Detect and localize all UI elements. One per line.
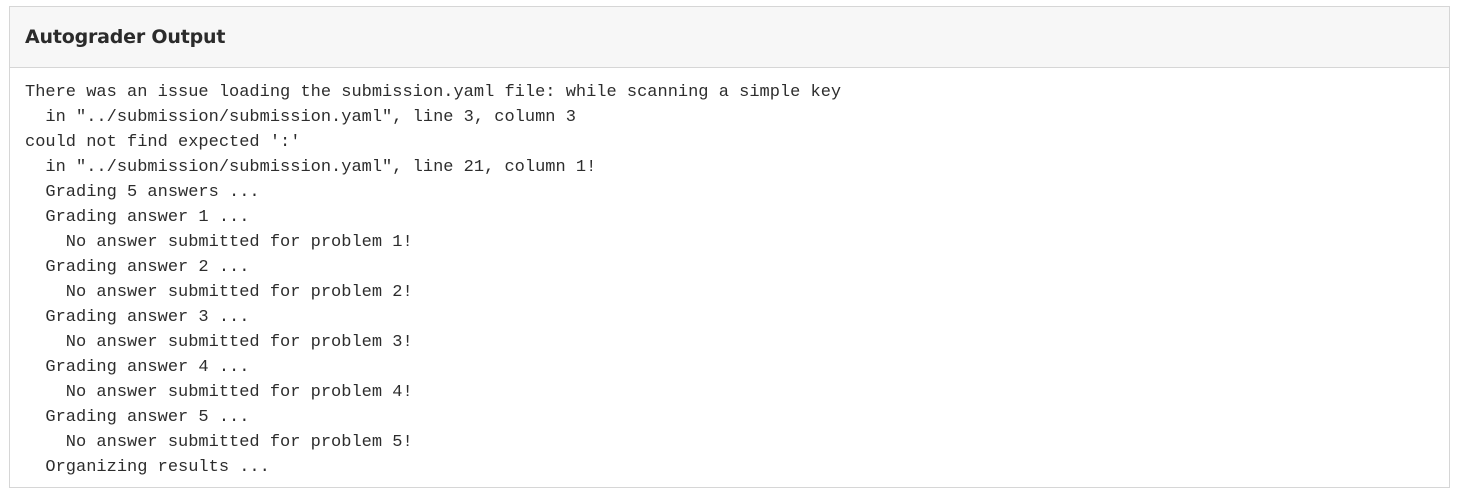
output-line: Grading answer 3 ...	[25, 308, 250, 327]
output-line: No answer submitted for problem 2!	[25, 283, 413, 302]
output-line: Organizing results ...	[25, 458, 270, 477]
output-line: No answer submitted for problem 3!	[25, 333, 413, 352]
autograder-output-text[interactable]: There was an issue loading the submissio…	[25, 80, 1449, 480]
output-line: could not find expected ':'	[25, 133, 301, 152]
panel-title: Autograder Output	[25, 26, 226, 48]
panel-header: Autograder Output	[10, 7, 1449, 68]
output-line: Grading answer 1 ...	[25, 208, 250, 227]
output-line: Grading 5 answers ...	[25, 183, 260, 202]
output-line: in "../submission/submission.yaml", line…	[25, 108, 576, 127]
autograder-output-panel: Autograder Output There was an issue loa…	[9, 6, 1450, 488]
output-line: No answer submitted for problem 1!	[25, 233, 413, 252]
output-line: Grading answer 5 ...	[25, 408, 250, 427]
output-line: Grading answer 2 ...	[25, 258, 250, 277]
output-line: There was an issue loading the submissio…	[25, 83, 842, 102]
output-line: in "../submission/submission.yaml", line…	[25, 158, 597, 177]
output-line: No answer submitted for problem 5!	[25, 433, 413, 452]
output-line: No answer submitted for problem 4!	[25, 383, 413, 402]
panel-body: There was an issue loading the submissio…	[10, 68, 1449, 480]
output-line: Grading answer 4 ...	[25, 358, 250, 377]
